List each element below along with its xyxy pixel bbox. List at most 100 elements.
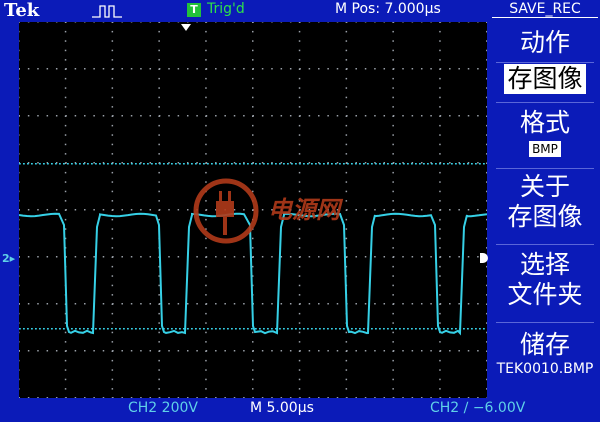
reference-dot — [359, 163, 361, 165]
grid-dot — [261, 68, 264, 70]
grid-dot — [486, 294, 487, 296]
reference-dot — [451, 163, 453, 165]
grid-dot — [46, 350, 49, 352]
grid-dot — [252, 22, 254, 23]
grid-dot — [130, 22, 133, 23]
reference-dot — [295, 163, 297, 165]
reference-dot — [99, 163, 101, 165]
grid-dot — [84, 303, 86, 305]
trigger-badge: T — [187, 3, 201, 17]
grid-dot — [477, 303, 479, 305]
grid-dot — [383, 303, 386, 305]
grid-dot — [392, 40, 394, 42]
grid-dot — [392, 49, 394, 52]
grid-dot — [84, 115, 86, 117]
reference-dot — [423, 328, 425, 330]
grid-dot — [65, 209, 67, 211]
grid-dot — [449, 350, 451, 352]
grid-dot — [486, 96, 487, 99]
grid-dot — [392, 247, 394, 249]
grid-dot — [318, 115, 320, 117]
grid-dot — [19, 134, 20, 136]
reference-dot — [103, 163, 105, 165]
grid-dot — [439, 87, 441, 89]
grid-dot — [298, 30, 301, 33]
grid-dot — [19, 256, 20, 258]
grid-dot — [439, 115, 442, 117]
grid-dot — [196, 256, 198, 258]
grid-dot — [392, 256, 395, 258]
grid-dot — [477, 68, 479, 70]
grid-dot — [345, 77, 348, 80]
menu-item-save-image[interactable]: 存图像 — [490, 64, 600, 94]
reference-dot — [171, 328, 173, 330]
reference-dot — [363, 328, 365, 330]
reference-dot — [211, 163, 213, 165]
reference-dot — [143, 328, 145, 330]
reference-dot — [155, 163, 157, 165]
menu-item-select-folder[interactable]: 选择 文件夹 — [490, 250, 600, 310]
grid-dot — [439, 134, 441, 136]
grid-dot — [64, 190, 67, 193]
grid-dot — [318, 22, 320, 23]
grid-dot — [102, 256, 105, 258]
grid-dot — [205, 331, 207, 334]
grid-dot — [439, 322, 441, 324]
grid-dot — [177, 115, 180, 117]
reference-dot — [307, 328, 309, 330]
grid-dot — [74, 256, 77, 258]
grid-dot — [486, 30, 487, 33]
reference-dot — [239, 163, 241, 165]
grid-dot — [420, 209, 423, 211]
grid-dot — [486, 134, 487, 136]
menu-item-action[interactable]: 动作 — [490, 28, 600, 58]
grid-dot — [177, 209, 180, 211]
menu-item-store[interactable]: 储存 TEK0010.BMP — [490, 330, 600, 378]
reference-dot — [175, 328, 177, 330]
grid-dot — [467, 22, 470, 23]
menu-item-about-save-image[interactable]: 关于 存图像 — [490, 172, 600, 232]
reference-dot — [471, 163, 473, 165]
grid-dot — [158, 115, 161, 117]
reference-dot — [347, 163, 349, 165]
grid-dot — [19, 153, 20, 155]
grid-dot — [345, 49, 348, 52]
grid-dot — [158, 59, 160, 61]
grid-dot — [299, 68, 301, 70]
grid-dot — [111, 96, 114, 99]
grid-dot — [64, 369, 67, 371]
reference-dot — [175, 163, 177, 165]
grid-dot — [430, 350, 432, 352]
grid-dot — [84, 256, 86, 258]
reference-dot — [43, 163, 45, 165]
reference-dot — [443, 328, 445, 330]
reference-dot — [307, 163, 309, 165]
grid-dot — [64, 30, 67, 33]
grid-dot — [477, 209, 479, 211]
menu-item-label: 存图像 — [507, 202, 583, 231]
reference-dot — [379, 328, 381, 330]
grid-dot — [74, 350, 77, 352]
grid-dot — [74, 68, 77, 70]
grid-dot — [158, 68, 161, 70]
grid-dot — [411, 209, 414, 211]
grid-dot — [111, 30, 114, 33]
grid-dot — [205, 284, 207, 287]
grid-dot — [280, 115, 283, 117]
reference-dot — [159, 163, 161, 165]
trigger-readout: CH2 ∕ −6.00V — [430, 400, 526, 416]
reference-dot — [247, 328, 249, 330]
grid-dot — [298, 49, 301, 52]
grid-dot — [111, 143, 114, 146]
grid-dot — [486, 209, 487, 211]
grid-dot — [19, 115, 20, 117]
grid-dot — [261, 22, 264, 23]
reference-dot — [215, 163, 217, 165]
menu-item-format[interactable]: 格式 BMP — [490, 108, 600, 157]
grid-dot — [298, 322, 301, 324]
reference-dot — [339, 328, 341, 330]
grid-dot — [486, 322, 487, 324]
grid-dot — [19, 59, 20, 61]
grid-dot — [345, 378, 348, 381]
reference-dot — [203, 328, 205, 330]
